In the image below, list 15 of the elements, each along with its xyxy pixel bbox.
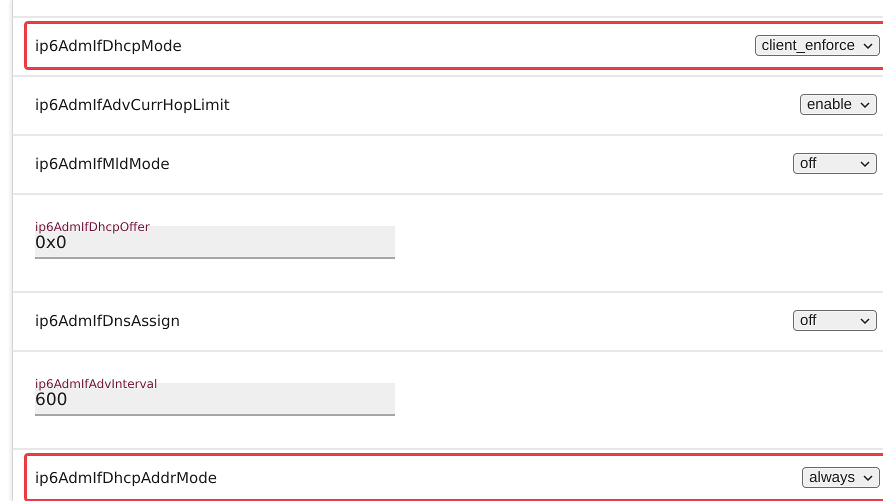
- chevron-icon: [863, 474, 873, 480]
- setting-label: ip6AdmIfDhcpMode: [35, 36, 182, 54]
- chevron-icon: [860, 160, 870, 166]
- setting-label: ip6AdmIfDnsAssign: [35, 312, 180, 330]
- dropdown[interactable]: off: [793, 153, 877, 174]
- dropdown[interactable]: enable: [800, 94, 877, 115]
- chevron-icon: [860, 102, 870, 108]
- dropdown[interactable]: client_enforce: [754, 35, 880, 56]
- chevron-icon: [863, 42, 873, 48]
- setting-label: ip6AdmIfAdvCurrHopLimit: [35, 96, 230, 114]
- setting-label: ip6AdmIfMldMode: [35, 154, 170, 172]
- dropdown[interactable]: always: [802, 467, 880, 488]
- chevron-icon: [860, 318, 870, 324]
- setting-label: ip6AdmIfDhcpAddrMode: [35, 468, 217, 486]
- dropdown[interactable]: off: [793, 310, 877, 331]
